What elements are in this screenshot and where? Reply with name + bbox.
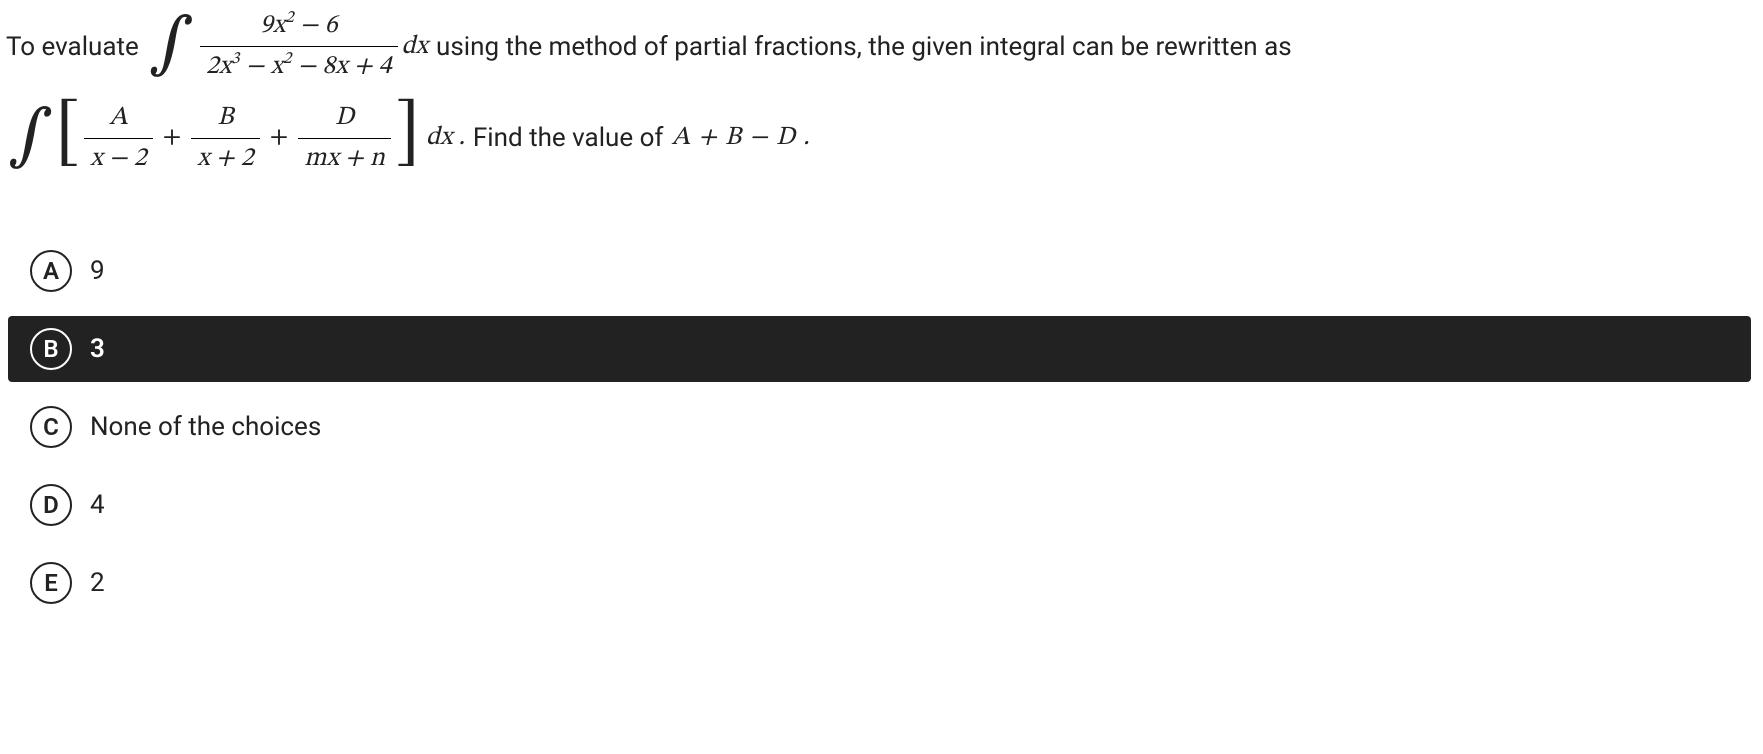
choice-D[interactable]: D 4 [8,472,1763,538]
integral-sign-icon: ∫ [8,114,53,160]
choice-C[interactable]: C None of the choices [8,394,1763,460]
denominator: 2x3 − x2 − 8x + 4 [200,47,398,87]
fraction-D: D mx + n [298,98,391,180]
choice-letter: C [30,406,72,448]
question-line-2: ∫ [ A x − 2 + B x + 2 + D mx + n ] dx . … [6,98,1757,180]
question-stem: To evaluate ∫ 9x2 − 6 2x3 − x2 − 8x + 4 … [0,0,1763,208]
choice-E[interactable]: E 2 [8,550,1763,616]
choice-text: 9 [90,256,105,286]
question-line-1: To evaluate ∫ 9x2 − 6 2x3 − x2 − 8x + 4 … [6,6,1757,88]
choice-letter: E [30,562,72,604]
dx: dx [402,29,428,65]
choice-letter: A [30,250,72,292]
choice-text: None of the choices [90,412,321,442]
fraction-A: A x − 2 [84,98,152,180]
choice-text: 3 [90,334,105,364]
text-middle-1: using the method of partial fractions, t… [436,29,1292,65]
plus: + [163,120,182,156]
target-expression: A + B − D . [671,120,810,156]
bracket-right-icon: ] [395,109,420,159]
choice-letter: B [30,328,72,370]
integral-expression-2: ∫ [ A x − 2 + B x + 2 + D mx + n ] dx . [6,98,465,180]
integral-expression-1: ∫ 9x2 − 6 2x3 − x2 − 8x + 4 dx [147,6,428,88]
answer-choices: A 9 B 3 C None of the choices D 4 E 2 [0,238,1763,616]
choice-A[interactable]: A 9 [8,238,1763,304]
choice-letter: D [30,484,72,526]
numerator: 9x2 − 6 [254,6,344,46]
choice-text: 2 [90,568,105,598]
choice-B[interactable]: B 3 [8,316,1751,382]
choice-text: 4 [90,490,105,520]
bracket-left-icon: [ [55,109,80,159]
dx: dx . [426,120,465,156]
integral-sign-icon: ∫ [149,22,194,68]
plus: + [270,120,289,156]
text-middle-2: Find the value of [473,120,664,156]
fraction-B: B x + 2 [191,98,259,180]
fraction-1: 9x2 − 6 2x3 − x2 − 8x + 4 [200,6,398,88]
text-prefix: To evaluate [6,29,139,65]
